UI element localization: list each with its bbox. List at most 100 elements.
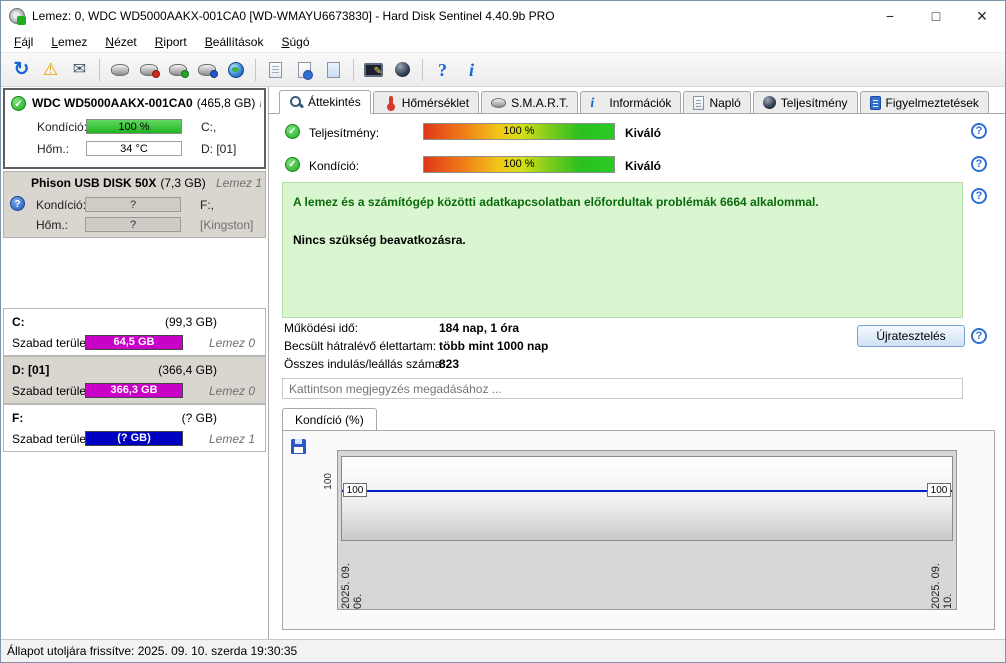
tab-label: Napló — [709, 95, 741, 110]
y-axis-tick: 100 — [323, 473, 334, 490]
help-icon[interactable]: ? — [971, 156, 987, 172]
minimize-button[interactable]: − — [867, 1, 913, 31]
partition-row-c[interactable]: C: (99,3 GB) Szabad terület 64,5 GB Leme… — [3, 308, 266, 356]
refresh-button[interactable]: ↻ — [7, 56, 36, 83]
performance-button[interactable] — [388, 56, 417, 83]
window-controls: − □ × — [867, 1, 1005, 31]
condition-rating: Kiváló — [625, 159, 662, 173]
chart-tab-kondicio[interactable]: Kondíció (%) — [282, 408, 377, 430]
partition-row-d[interactable]: D: [01] (366,4 GB) Szabad terület 366,3 … — [3, 356, 266, 404]
help-icon[interactable]: ? — [971, 328, 987, 344]
report-button[interactable] — [261, 56, 290, 83]
red-dot-icon — [151, 69, 160, 78]
temperature-label: Hőm.: — [36, 218, 69, 232]
window-title: Lemez: 0, WDC WD5000AAKX-001CA0 [WD-WMAY… — [32, 9, 555, 23]
partition-row-f[interactable]: F: (? GB) Szabad terület (? GB) Lemez 1 — [3, 404, 266, 452]
temperature-label: Hőm.: — [37, 142, 70, 156]
disk-size: (465,8 GB) — [196, 96, 256, 110]
tab-teljesitmeny[interactable]: Teljesítmény — [752, 91, 858, 113]
free-space-bar: 64,5 GB — [85, 335, 183, 350]
help-icon[interactable]: ? — [971, 123, 987, 139]
mail-icon: ✉ — [72, 60, 87, 78]
condition-label: Kondíció: — [36, 198, 87, 212]
condition-bar: ? — [85, 197, 181, 212]
condition-bar: 100 % — [423, 156, 615, 173]
partition-disk-number: Lemez 1 — [208, 432, 255, 446]
toolbar-separator — [255, 58, 256, 81]
minimize-icon: − — [885, 8, 895, 24]
disk-panel-0[interactable]: ✓ WDC WD5000AAKX-001CA0 (465,8 GB) Lemez… — [3, 88, 266, 169]
menu-riport[interactable]: Riport — [146, 32, 196, 52]
magnifier-icon — [289, 95, 303, 109]
tab-naplo[interactable]: Napló — [683, 91, 751, 113]
x-axis-label-end: 2025. 09. 10. — [930, 563, 954, 609]
retest-button[interactable]: Újratesztelés — [857, 325, 965, 347]
status-message-box: A lemez és a számítógép közötti adatkapc… — [282, 182, 963, 318]
content-area: Áttekintés Hőmérséklet S.M.A.R.T. i Info… — [269, 87, 1005, 639]
disk-add-button[interactable] — [163, 56, 192, 83]
menu-sugo[interactable]: Súgó — [272, 32, 318, 52]
app-window: Lemez: 0, WDC WD5000AAKX-001CA0 [WD-WMAY… — [0, 0, 1006, 663]
comment-input[interactable] — [282, 378, 963, 399]
help-button[interactable]: ? — [428, 56, 457, 83]
message-button[interactable]: ✉ — [65, 56, 94, 83]
menu-nezet[interactable]: Nézet — [96, 32, 145, 52]
disk-sidebar: ✓ WDC WD5000AAKX-001CA0 (465,8 GB) Lemez… — [1, 87, 269, 639]
condition-line — [342, 490, 952, 492]
save-icon[interactable] — [291, 439, 306, 454]
close-button[interactable]: × — [959, 1, 1005, 31]
point-label-start: 100 — [343, 483, 367, 497]
free-space-bar: (? GB) — [85, 431, 183, 446]
disk-icon — [110, 63, 129, 76]
menubar: Fájl Lemez Nézet Riport Beállítások Súgó — [1, 31, 1005, 53]
toolbar: ↻ ⚠ ✉ ✎ ? i — [1, 53, 1005, 87]
disk-detect-button[interactable] — [192, 56, 221, 83]
refresh-icon: ↻ — [13, 59, 30, 80]
help-icon[interactable]: ? — [971, 188, 987, 204]
performance-bar: 100 % — [423, 123, 615, 140]
free-space-label: Szabad terület — [12, 384, 90, 398]
performance-ok-icon: ✓ — [285, 124, 300, 139]
disk-name: Phison USB DISK 50X — [31, 176, 157, 190]
disk-remove-button[interactable] — [134, 56, 163, 83]
tab-smart[interactable]: S.M.A.R.T. — [481, 91, 579, 113]
tab-informaciok[interactable]: i Információk — [580, 91, 682, 113]
disk-panel-1[interactable]: Phison USB DISK 50X (7,3 GB) Lemez 1 ? K… — [3, 171, 266, 238]
report-send-button[interactable] — [319, 56, 348, 83]
disk-button[interactable] — [105, 56, 134, 83]
network-button[interactable] — [221, 56, 250, 83]
report-send-icon — [327, 61, 340, 78]
disk-size: (7,3 GB) — [160, 176, 206, 190]
monitor-edit-button[interactable]: ✎ — [359, 56, 388, 83]
gauge-icon — [762, 96, 776, 109]
menu-beallitasok[interactable]: Beállítások — [196, 32, 273, 52]
power-on-time-value: 184 nap, 1 óra — [439, 321, 520, 335]
warnings-button[interactable]: ⚠ — [36, 56, 65, 83]
tab-label: Információk — [609, 95, 672, 110]
disk-red-icon — [139, 63, 160, 78]
menu-fajl[interactable]: Fájl — [5, 32, 42, 52]
condition-bar: 100 % — [86, 119, 182, 134]
partition-letter: D: [01] — [12, 363, 50, 377]
start-stop-count-label: Összes indulás/leállás száma: — [284, 357, 445, 371]
free-space-label: Szabad terület — [12, 432, 90, 446]
condition-ok-icon: ✓ — [285, 157, 300, 172]
globe-icon — [227, 61, 244, 78]
partition-disk-number: Lemez 0 — [208, 384, 255, 398]
info-icon: i — [590, 95, 595, 111]
disk-title: WDC WD5000AAKX-001CA0 (465,8 GB) Lemez 0 — [32, 96, 261, 110]
partition-size: (? GB) — [181, 411, 217, 425]
info-button[interactable]: i — [457, 56, 486, 83]
pencil-icon: ✎ — [373, 65, 382, 77]
maximize-button[interactable]: □ — [913, 1, 959, 31]
tab-attekintes[interactable]: Áttekintés — [279, 90, 371, 114]
tab-homerseklet[interactable]: Hőmérséklet — [372, 91, 480, 113]
disk-ok-icon: ✓ — [11, 96, 26, 111]
alert-list-icon — [869, 95, 881, 110]
thermometer-icon — [383, 95, 397, 111]
main-area: ✓ WDC WD5000AAKX-001CA0 (465,8 GB) Lemez… — [1, 87, 1005, 639]
tab-figyelmeztetesek[interactable]: Figyelmeztetések — [859, 91, 989, 113]
menu-lemez[interactable]: Lemez — [42, 32, 96, 52]
report-refresh-button[interactable] — [290, 56, 319, 83]
temperature-value: 34 °C — [86, 141, 182, 156]
